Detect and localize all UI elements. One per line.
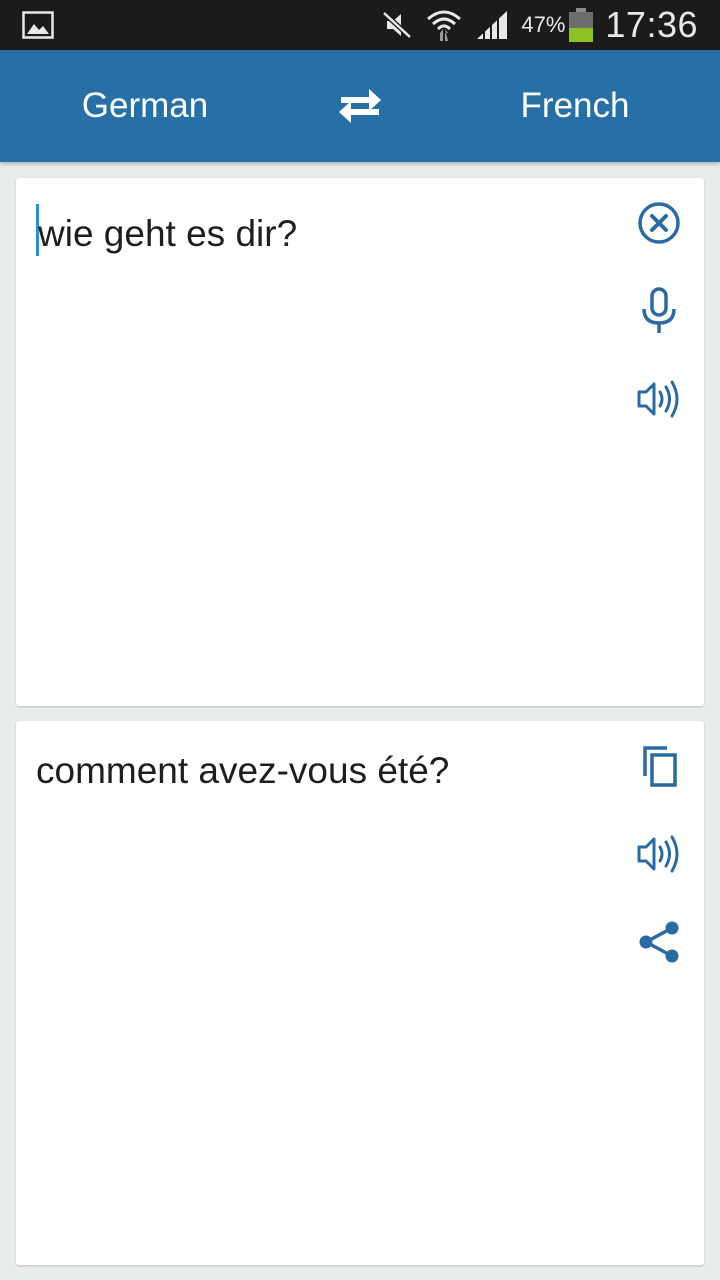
speaker-icon	[637, 835, 679, 873]
battery-fill	[569, 27, 594, 42]
output-card: comment avez-vous été?	[16, 721, 704, 1265]
battery-icon	[569, 8, 594, 42]
wifi-icon	[427, 10, 462, 41]
clear-button[interactable]	[636, 200, 682, 246]
share-icon	[639, 921, 679, 963]
input-card: wie geht es dir?	[16, 178, 704, 706]
swap-languages-button[interactable]	[330, 82, 390, 130]
microphone-icon	[642, 287, 676, 333]
share-button[interactable]	[636, 919, 682, 965]
status-icons: 47% 17:36	[381, 0, 698, 50]
swap-arrows-icon	[339, 89, 381, 123]
source-text-input[interactable]: wie geht es dir?	[36, 204, 616, 258]
input-actions	[636, 200, 682, 464]
output-actions	[636, 743, 682, 1007]
clear-icon	[638, 202, 680, 244]
speak-translation-button[interactable]	[636, 831, 682, 877]
voice-input-button[interactable]	[636, 287, 682, 334]
speaker-icon	[637, 380, 679, 418]
mute-icon	[382, 11, 413, 39]
source-language-selector[interactable]: German	[0, 50, 290, 162]
status-bar: 47% 17:36	[0, 0, 720, 50]
target-language-selector[interactable]: French	[430, 50, 720, 162]
image-notification-icon	[22, 11, 54, 39]
source-text: wie geht es dir?	[38, 213, 298, 254]
signal-icon	[477, 11, 508, 39]
speak-source-button[interactable]	[636, 376, 682, 422]
copy-icon	[643, 746, 677, 787]
language-bar: German French	[0, 50, 720, 162]
translated-text: comment avez-vous été?	[36, 750, 450, 791]
copy-button[interactable]	[636, 743, 682, 789]
battery-percent: 47%	[521, 12, 566, 37]
clock: 17:36	[605, 4, 698, 45]
